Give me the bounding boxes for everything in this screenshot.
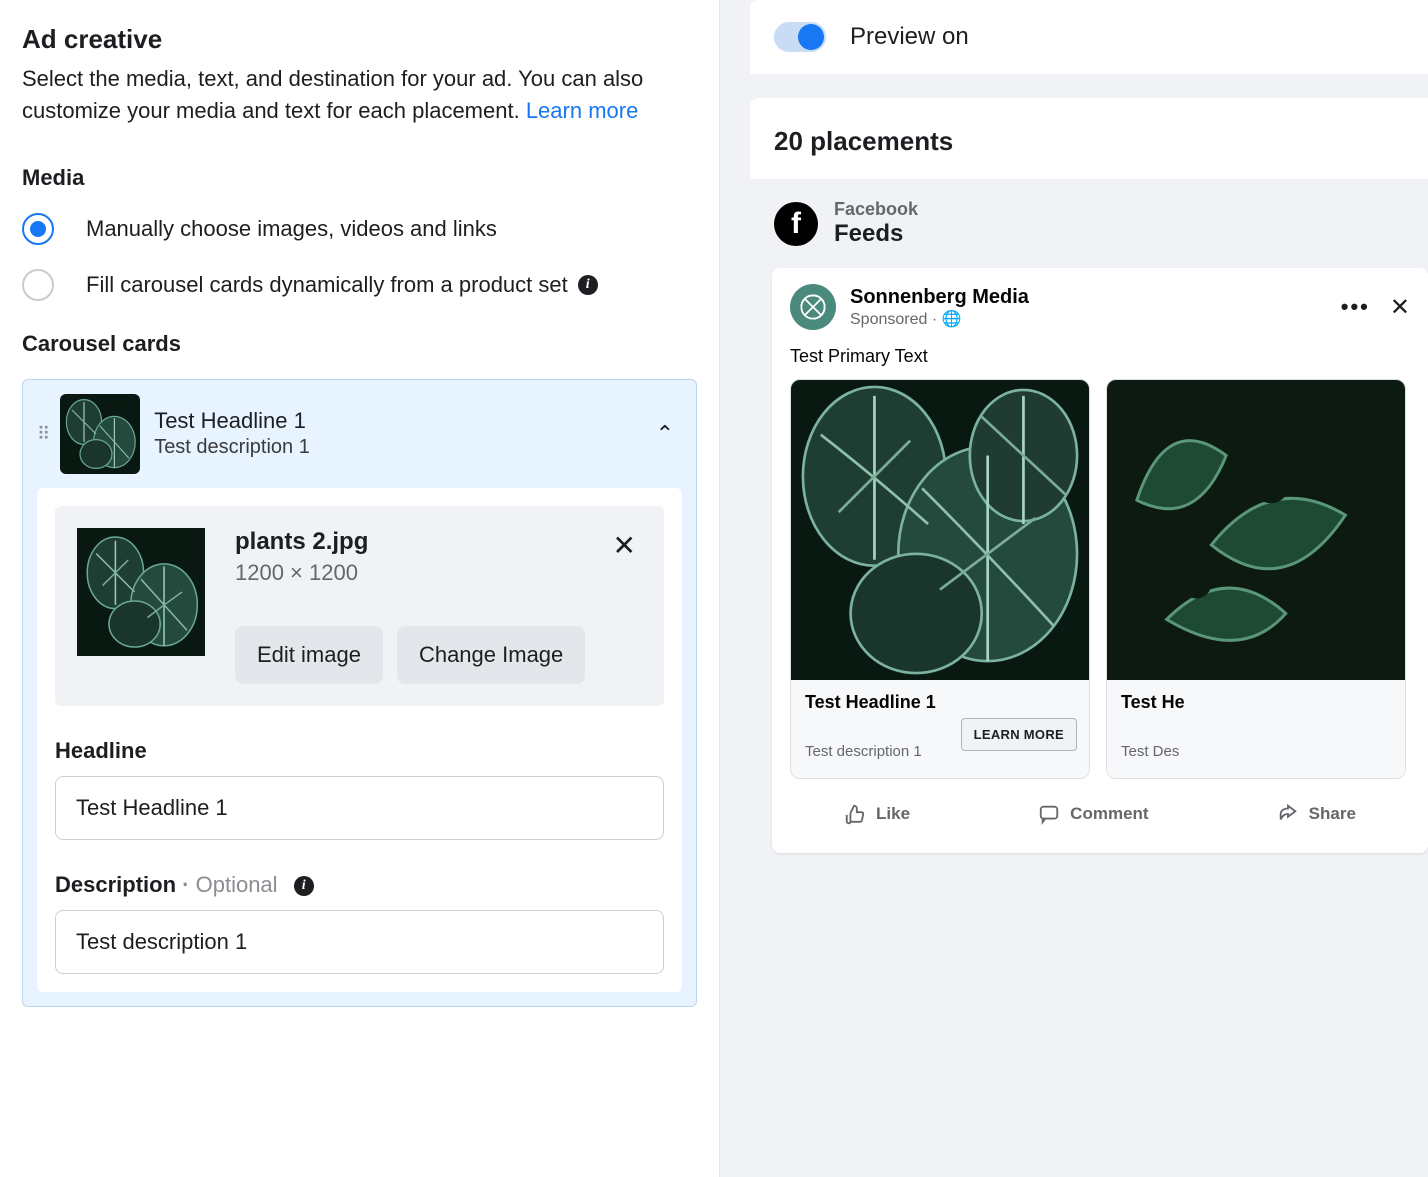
media-title: Media — [22, 165, 697, 191]
preview-panel: Preview on 20 placements f Facebook Feed… — [720, 0, 1428, 1177]
close-ad-icon[interactable]: ✕ — [1390, 293, 1410, 322]
more-options-icon[interactable]: ••• — [1341, 294, 1370, 320]
comment-icon — [1038, 803, 1060, 825]
facebook-icon: f — [774, 202, 818, 246]
ad-creative-panel: Ad creative Select the media, text, and … — [0, 0, 720, 1177]
carousel-card: ⠿ Test Headline 1 Test description 1 ⌃ p… — [22, 379, 697, 1007]
section-title: Ad creative — [22, 24, 697, 55]
ad-brand-name: Sonnenberg Media — [850, 286, 1029, 309]
engagement-row: Like Comment Share — [772, 779, 1428, 849]
section-description: Select the media, text, and destination … — [22, 63, 697, 127]
radio-unselected-icon[interactable] — [22, 269, 54, 301]
change-image-button[interactable]: Change Image — [397, 626, 585, 684]
drag-handle-icon[interactable]: ⠿ — [37, 430, 52, 438]
media-option-dynamic[interactable]: Fill carousel cards dynamically from a p… — [22, 269, 697, 301]
remove-media-icon[interactable]: ✕ — [607, 528, 642, 564]
file-name: plants 2.jpg — [235, 528, 607, 556]
info-icon[interactable]: i — [578, 275, 598, 295]
globe-icon: 🌐 — [942, 311, 962, 328]
brand-avatar — [790, 284, 836, 330]
like-button[interactable]: Like — [844, 803, 910, 825]
ad-preview-card: Sonnenberg Media Sponsored · 🌐 ••• ✕ Tes… — [772, 268, 1428, 853]
preview-card-headline: Test Headline 1 — [805, 692, 1075, 713]
carousel-section-title: Carousel cards — [22, 331, 697, 357]
media-thumbnail — [77, 528, 205, 656]
card-headline-text: Test Headline 1 — [154, 408, 647, 434]
learn-more-link[interactable]: Learn more — [526, 98, 639, 123]
headline-input[interactable] — [55, 776, 664, 840]
ad-primary-text: Test Primary Text — [772, 342, 1428, 379]
carousel-card-body: plants 2.jpg 1200 × 1200 Edit image Chan… — [37, 488, 682, 992]
info-icon[interactable]: i — [294, 876, 314, 896]
file-dimensions: 1200 × 1200 — [235, 560, 607, 586]
preview-card-headline: Test He — [1121, 692, 1391, 713]
card-description-text: Test description 1 — [154, 436, 647, 459]
placement-platform: Facebook — [834, 199, 918, 220]
placement-type[interactable]: f Facebook Feeds — [750, 179, 1428, 268]
carousel-image — [1107, 380, 1405, 680]
carousel-preview-card-1[interactable]: Test Headline 1 LEARN MORE Test descript… — [790, 379, 1090, 779]
headline-field-label: Headline — [55, 738, 664, 764]
carousel-preview-card-2[interactable]: Test He Test Des — [1106, 379, 1406, 779]
share-icon — [1277, 803, 1299, 825]
edit-image-button[interactable]: Edit image — [235, 626, 383, 684]
preview-card-description: Test Des — [1121, 743, 1391, 760]
like-icon — [844, 803, 866, 825]
ad-sponsored-label: Sponsored · 🌐 — [850, 309, 1029, 329]
comment-button[interactable]: Comment — [1038, 803, 1148, 825]
chevron-up-icon[interactable]: ⌃ — [648, 413, 682, 455]
description-field-label: Description · Optional i — [55, 872, 664, 898]
ad-preview-header: Sonnenberg Media Sponsored · 🌐 ••• ✕ — [772, 268, 1428, 342]
carousel-card-header[interactable]: ⠿ Test Headline 1 Test description 1 ⌃ — [37, 394, 682, 474]
placement-name: Feeds — [834, 220, 918, 248]
preview-toggle-row: Preview on — [750, 0, 1428, 74]
placements-title: 20 placements — [750, 98, 1428, 179]
radio-selected-icon[interactable] — [22, 213, 54, 245]
card-thumbnail — [60, 394, 140, 474]
description-input[interactable] — [55, 910, 664, 974]
preview-toggle-label: Preview on — [850, 23, 969, 51]
media-box: plants 2.jpg 1200 × 1200 Edit image Chan… — [55, 506, 664, 706]
preview-toggle[interactable] — [774, 22, 826, 52]
carousel-image — [791, 380, 1089, 680]
media-option-manual[interactable]: Manually choose images, videos and links — [22, 213, 697, 245]
share-button[interactable]: Share — [1277, 803, 1356, 825]
carousel-track[interactable]: Test Headline 1 LEARN MORE Test descript… — [772, 379, 1428, 779]
cta-learn-more-button[interactable]: LEARN MORE — [961, 718, 1077, 751]
